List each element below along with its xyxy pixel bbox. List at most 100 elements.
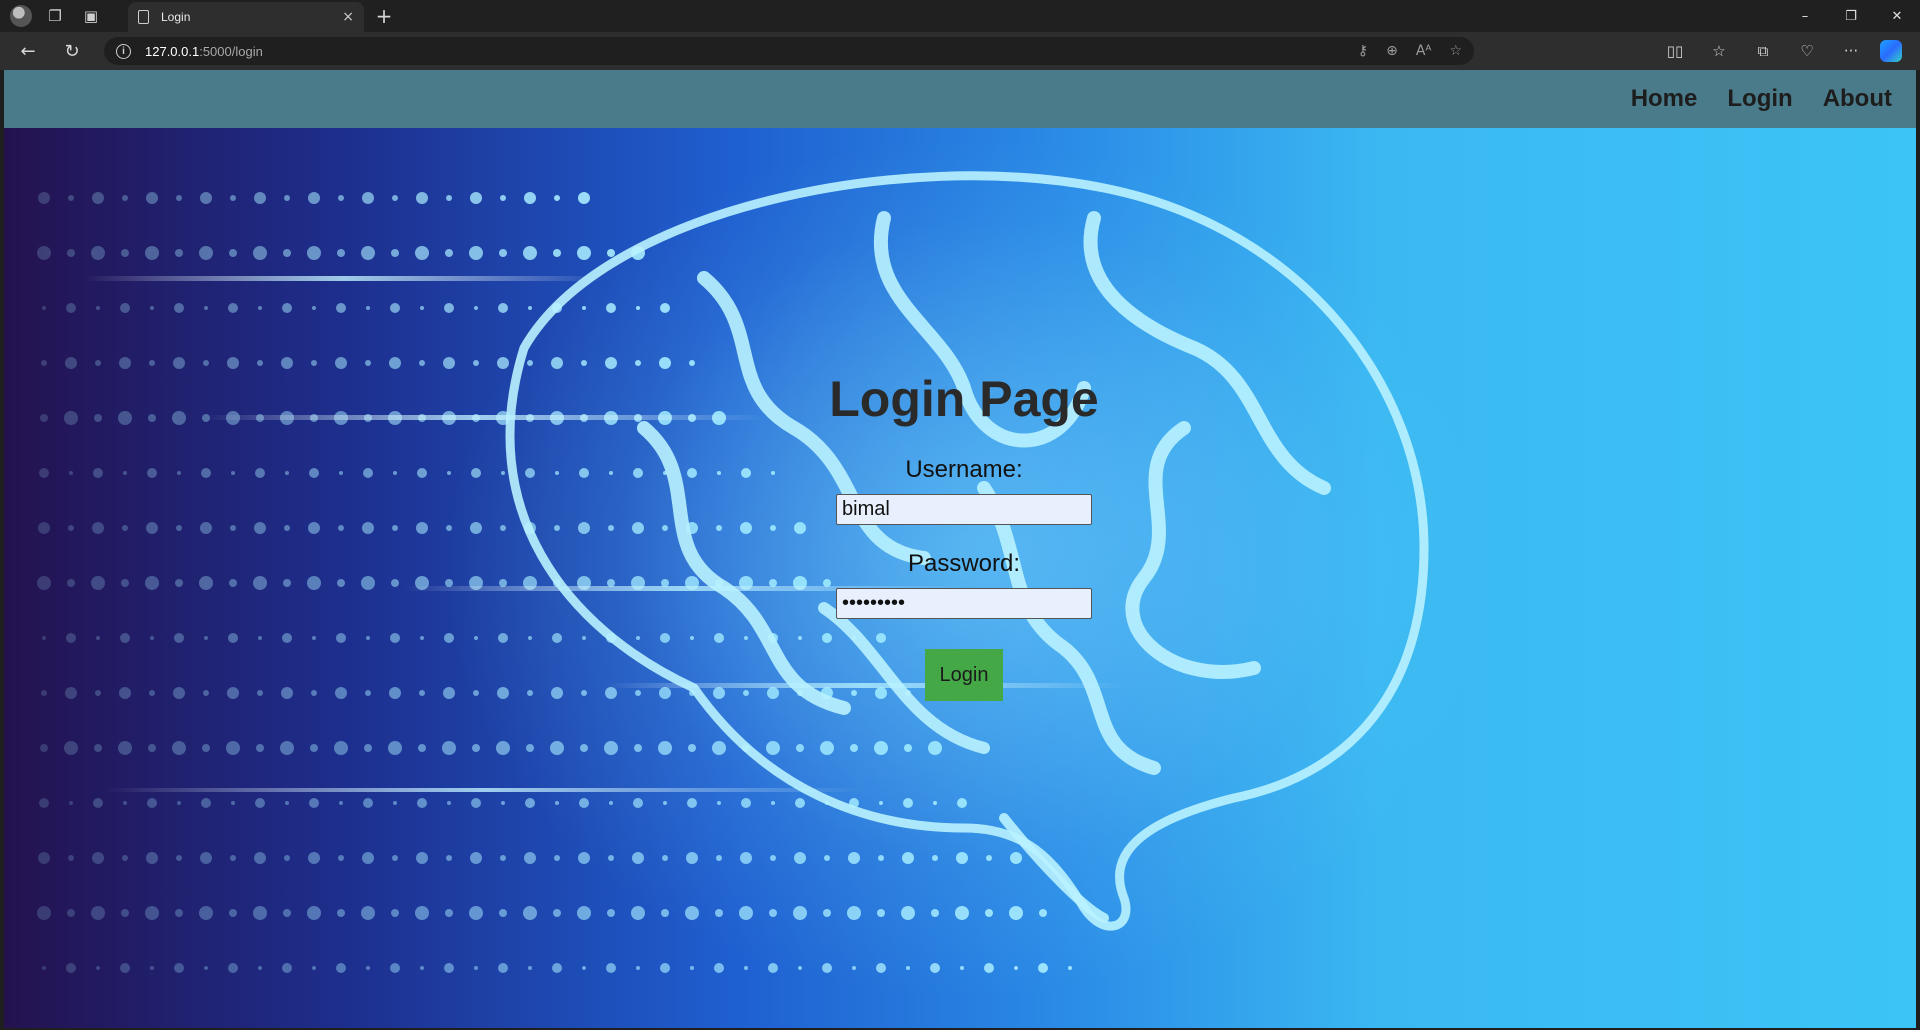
decorative-dot [91, 906, 105, 920]
url-host: 127.0.0.1 [145, 43, 200, 59]
decorative-dot [714, 963, 724, 973]
decorative-dot [254, 522, 266, 534]
decorative-dot [69, 471, 73, 475]
decorative-dot [419, 360, 425, 366]
refresh-button[interactable]: ↻ [56, 35, 88, 67]
decorative-dot [173, 687, 185, 699]
decorative-dot [417, 468, 427, 478]
decorative-dot [392, 525, 398, 531]
decorative-dot [281, 687, 293, 699]
new-tab-button[interactable]: + [372, 4, 396, 28]
decorative-dot [147, 468, 157, 478]
profile-avatar[interactable] [10, 5, 32, 27]
decorative-dot [200, 852, 212, 864]
zoom-icon[interactable]: ⊕ [1386, 43, 1398, 59]
decorative-dot [39, 468, 49, 478]
close-window-button[interactable]: ✕ [1874, 0, 1920, 32]
decorative-dot [442, 741, 456, 755]
decorative-dot [389, 357, 401, 369]
decorative-dot [391, 579, 399, 587]
decorative-dot [443, 687, 455, 699]
decorative-dot [283, 579, 291, 587]
password-input[interactable] [836, 588, 1092, 619]
decorative-dot [445, 249, 453, 257]
decorative-dot [554, 855, 560, 861]
collections-icon[interactable]: ⧉ [1748, 42, 1778, 60]
decorative-dot [392, 855, 398, 861]
decorative-dot [149, 360, 155, 366]
decorative-dot [282, 963, 292, 973]
tab-title: Login [161, 10, 191, 24]
page-icon [138, 10, 149, 24]
nav-link-login[interactable]: Login [1727, 85, 1792, 113]
decorative-dot [119, 357, 131, 369]
decorative-dot [393, 471, 397, 475]
decorative-dot [660, 963, 670, 973]
url-field[interactable]: i 127.0.0.1:5000/login ⚷ ⊕ Aᴬ ☆ [104, 37, 1474, 65]
decorative-dot [553, 909, 561, 917]
decorative-dot [361, 906, 375, 920]
nav-link-home[interactable]: Home [1631, 85, 1698, 113]
decorative-dot [607, 909, 615, 917]
decorative-dot [40, 414, 48, 422]
decorative-dot [280, 741, 294, 755]
decorative-dot [419, 690, 425, 696]
decorative-dot [123, 801, 127, 805]
decorative-dot [37, 246, 51, 260]
decorative-dot [552, 963, 562, 973]
browser-tab-login[interactable]: Login × [128, 2, 364, 32]
decorative-dot [176, 855, 182, 861]
page-title: Login Page [829, 371, 1099, 427]
favorites-icon[interactable]: ☆ [1704, 42, 1734, 60]
decorative-dot [254, 192, 266, 204]
decorative-dot [362, 192, 374, 204]
decorative-dot [499, 249, 507, 257]
vertical-tabs-icon[interactable]: ▣ [78, 3, 104, 29]
decorative-dot [339, 471, 343, 475]
decorative-dot [416, 852, 428, 864]
decorative-dot [93, 798, 103, 808]
decorative-dot [281, 357, 293, 369]
decorative-dot [308, 852, 320, 864]
read-aloud-icon[interactable]: Aᴬ [1416, 43, 1432, 59]
decorative-dot [228, 633, 238, 643]
back-button[interactable]: ← [12, 35, 44, 67]
decorative-dot [283, 909, 291, 917]
nav-link-about[interactable]: About [1823, 85, 1892, 113]
minimize-button[interactable]: – [1782, 0, 1828, 32]
more-menu-icon[interactable]: ··· [1836, 42, 1866, 60]
decorative-dot [65, 687, 77, 699]
workspaces-icon[interactable]: ❐ [42, 3, 68, 29]
decorative-dot [443, 357, 455, 369]
decorative-dot [285, 471, 289, 475]
decorative-dot [258, 306, 262, 310]
favorite-star-icon[interactable]: ☆ [1449, 43, 1462, 59]
browser-toolbar: ▯▯ ☆ ⧉ ♡ ··· [1660, 32, 1902, 70]
browser-health-icon[interactable]: ♡ [1792, 42, 1822, 60]
site-info-icon[interactable]: i [116, 43, 131, 59]
copilot-icon[interactable] [1880, 40, 1902, 62]
decorative-dot [231, 471, 235, 475]
decorative-dot [95, 690, 101, 696]
decorative-dot [418, 744, 426, 752]
key-icon[interactable]: ⚷ [1358, 43, 1368, 59]
decorative-dot [145, 906, 159, 920]
decorative-dot [445, 909, 453, 917]
split-screen-icon[interactable]: ▯▯ [1660, 42, 1690, 60]
login-button[interactable]: Login [925, 649, 1003, 701]
decorative-dot [337, 249, 345, 257]
decorative-dot [471, 798, 481, 808]
decorative-dot [228, 963, 238, 973]
login-form: Login Page Username: Password: Login [764, 370, 1164, 701]
decorative-dot [524, 852, 536, 864]
username-input[interactable] [836, 494, 1092, 525]
decorative-dot [444, 303, 454, 313]
decorative-dot [199, 906, 213, 920]
tab-close-icon[interactable]: × [342, 9, 354, 25]
restore-button[interactable]: ❐ [1828, 0, 1874, 32]
decorative-dot [230, 525, 236, 531]
decorative-dot [447, 471, 451, 475]
decorative-dot [256, 744, 264, 752]
decorative-dot [420, 306, 424, 310]
decorative-dot [150, 306, 154, 310]
